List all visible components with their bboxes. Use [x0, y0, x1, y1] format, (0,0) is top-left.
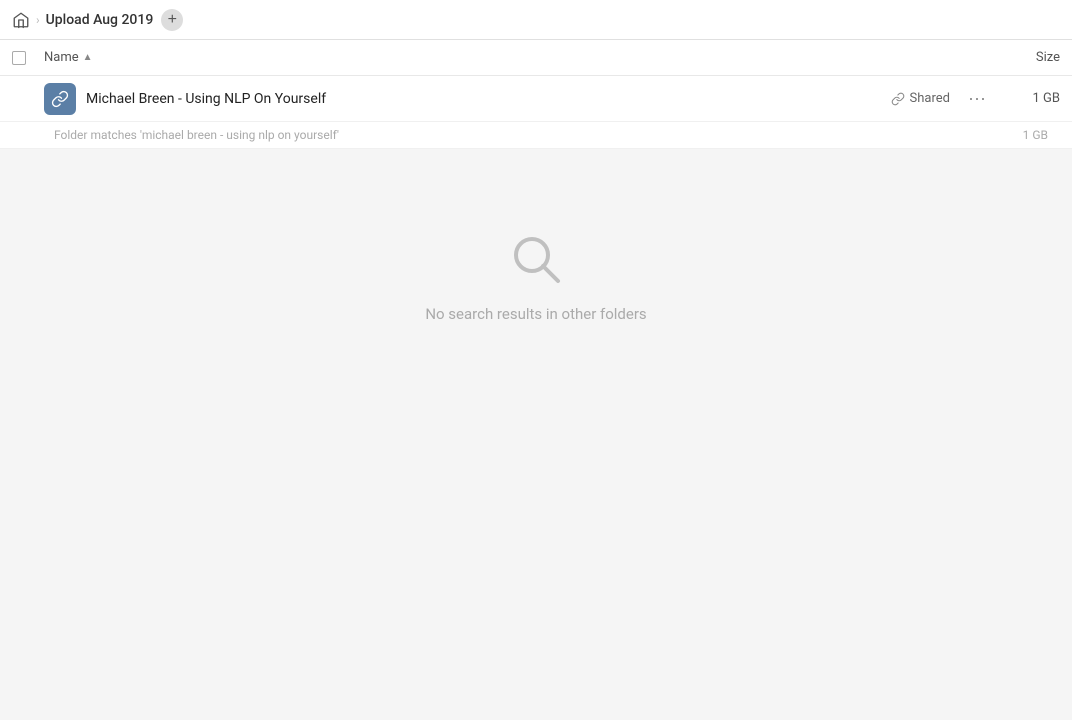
size-column-header: Size [1000, 50, 1060, 65]
header-checkbox[interactable] [12, 51, 44, 65]
folder-match-size: 1 GB [1023, 128, 1048, 142]
breadcrumb-label: Upload Aug 2019 [46, 12, 154, 28]
link-icon [891, 92, 905, 106]
file-size: 1 GB [1000, 91, 1060, 106]
no-results-text: No search results in other folders [425, 305, 646, 323]
folder-match-row: Folder matches 'michael breen - using nl… [0, 122, 1072, 149]
more-options-button[interactable]: ··· [962, 84, 992, 113]
home-button[interactable] [12, 11, 30, 29]
shared-label: Shared [910, 91, 950, 106]
file-row[interactable]: Michael Breen - Using NLP On Yourself Sh… [0, 76, 1072, 122]
name-label: Name [44, 50, 79, 65]
name-column-header[interactable]: Name ▲ [44, 50, 1000, 65]
no-results-area: No search results in other folders [0, 149, 1072, 383]
shared-indicator: Shared [891, 91, 950, 106]
file-icon [44, 83, 76, 115]
breadcrumb-arrow: › [36, 13, 40, 27]
select-all-checkbox[interactable] [12, 51, 26, 65]
folder-match-text: Folder matches 'michael breen - using nl… [54, 128, 1023, 142]
top-bar: › Upload Aug 2019 + [0, 0, 1072, 40]
sort-arrow: ▲ [83, 52, 93, 63]
add-button[interactable]: + [161, 9, 183, 31]
table-header: Name ▲ Size [0, 40, 1072, 76]
no-results-icon [506, 229, 566, 289]
file-name: Michael Breen - Using NLP On Yourself [86, 91, 891, 107]
